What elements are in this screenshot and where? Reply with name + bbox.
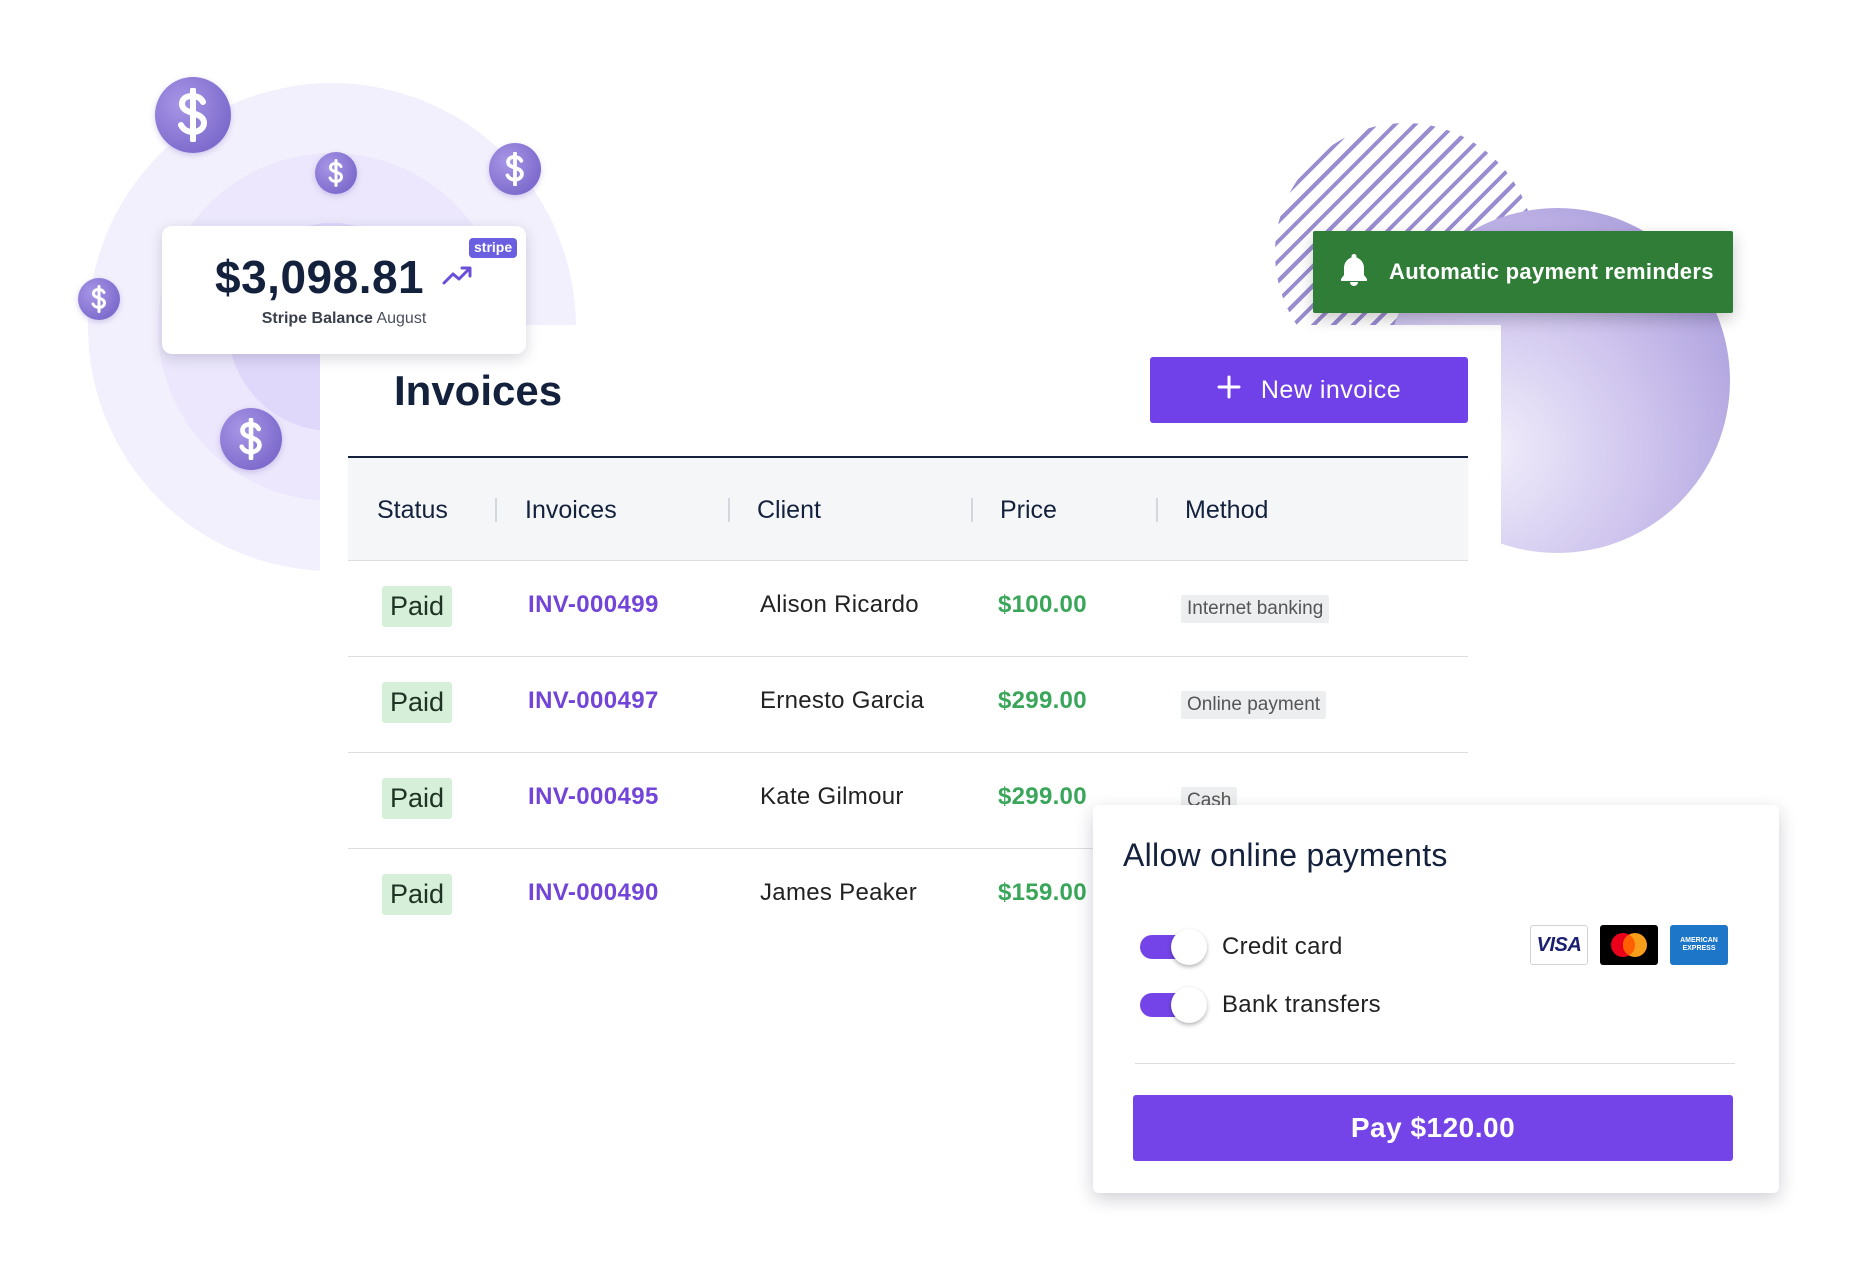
dollar-coin-icon [78,278,120,320]
method-chip: Online payment [1181,691,1327,719]
invoice-link[interactable]: INV-000490 [528,879,659,907]
status-badge: Paid [382,874,453,915]
bell-icon [1339,252,1369,292]
dollar-coin-icon [155,77,231,153]
client-name: James Peaker [760,879,917,906]
column-header-invoices[interactable]: Invoices [525,496,617,525]
visa-logo-icon: VISA [1530,925,1588,965]
table-row[interactable]: Paid INV-000499 Alison Ricardo $100.00 I… [348,561,1468,657]
status-badge: Paid [382,586,453,627]
dollar-coin-icon [489,143,541,195]
trending-up-icon [442,264,472,291]
toggle-switch[interactable] [1138,925,1208,969]
method-chip: Internet banking [1181,595,1330,623]
invoice-price: $159.00 [998,879,1087,906]
reminder-label: Automatic payment reminders [1389,259,1714,284]
client-name: Kate Gilmour [760,783,904,810]
toggle-label: Bank transfers [1222,991,1381,1018]
column-header-status[interactable]: Status [377,496,448,525]
mastercard-logo-icon [1600,925,1658,965]
column-header-price[interactable]: Price [1000,496,1057,525]
bank-transfers-toggle[interactable]: Bank transfers [1138,983,1381,1027]
pay-button[interactable]: Pay $120.00 [1133,1095,1733,1161]
stripe-logo: stripe [469,238,518,258]
divider [1135,1063,1735,1064]
payments-title: Allow online payments [1123,837,1448,873]
invoice-price: $100.00 [998,591,1087,618]
column-header-method[interactable]: Method [1185,496,1268,525]
balance-amount: $3,098.81 [215,251,425,303]
table-header: Status Invoices Client Price Method [348,456,1468,561]
plus-icon [1217,375,1241,406]
new-invoice-button[interactable]: New invoice [1150,357,1468,423]
new-invoice-label: New invoice [1260,375,1402,404]
online-payments-card: Allow online payments Credit card Bank t… [1093,805,1779,1193]
invoice-link[interactable]: INV-000497 [528,687,659,715]
client-name: Ernesto Garcia [760,687,925,714]
page-title: Invoices [394,367,563,414]
credit-card-toggle[interactable]: Credit card [1138,925,1343,969]
status-badge: Paid [382,682,453,723]
column-header-client[interactable]: Client [757,496,821,525]
amex-logo-icon: AMERICAN EXPRESS [1670,925,1728,965]
invoice-link[interactable]: INV-000499 [528,591,659,619]
status-badge: Paid [382,778,453,819]
dollar-coin-icon [315,152,357,194]
toggle-label: Credit card [1222,933,1343,960]
invoice-link[interactable]: INV-000495 [528,783,659,811]
invoice-price: $299.00 [998,687,1087,714]
card-brands: VISA AMERICAN EXPRESS [1530,925,1728,965]
invoice-price: $299.00 [998,783,1087,810]
dollar-coin-icon [220,408,282,470]
payment-reminders-banner[interactable]: Automatic payment reminders [1313,231,1733,313]
client-name: Alison Ricardo [760,591,919,618]
table-row[interactable]: Paid INV-000497 Ernesto Garcia $299.00 O… [348,657,1468,753]
toggle-switch[interactable] [1138,983,1208,1027]
